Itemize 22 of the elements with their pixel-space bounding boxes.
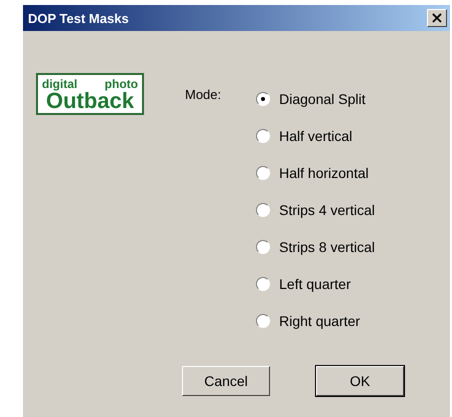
- radio-button[interactable]: [256, 277, 270, 291]
- radio-button[interactable]: [256, 166, 270, 180]
- logo-text: Outback: [46, 90, 134, 112]
- radio-button[interactable]: [256, 92, 270, 106]
- option-label[interactable]: Half horizontal: [279, 165, 369, 181]
- mode-label: Mode:: [185, 87, 222, 103]
- ok-button[interactable]: OK: [316, 366, 404, 396]
- cancel-button[interactable]: Cancel: [182, 366, 270, 396]
- radio-button[interactable]: [256, 240, 270, 254]
- option-label[interactable]: Left quarter: [279, 276, 351, 292]
- option-label[interactable]: Half vertical: [279, 128, 352, 144]
- option-label[interactable]: Right quarter: [279, 313, 360, 329]
- option-label[interactable]: Strips 8 vertical: [279, 239, 375, 255]
- close-button[interactable]: ×: [427, 9, 447, 27]
- radio-button[interactable]: [256, 314, 270, 328]
- option-label[interactable]: Diagonal Split: [279, 91, 366, 107]
- logo-text: photo: [104, 78, 138, 90]
- radio-button[interactable]: [256, 129, 270, 143]
- window-title: DOP Test Masks: [28, 10, 129, 26]
- logo-text: digital: [42, 78, 78, 90]
- radio-button[interactable]: [256, 203, 270, 217]
- option-label[interactable]: Strips 4 vertical: [279, 202, 375, 218]
